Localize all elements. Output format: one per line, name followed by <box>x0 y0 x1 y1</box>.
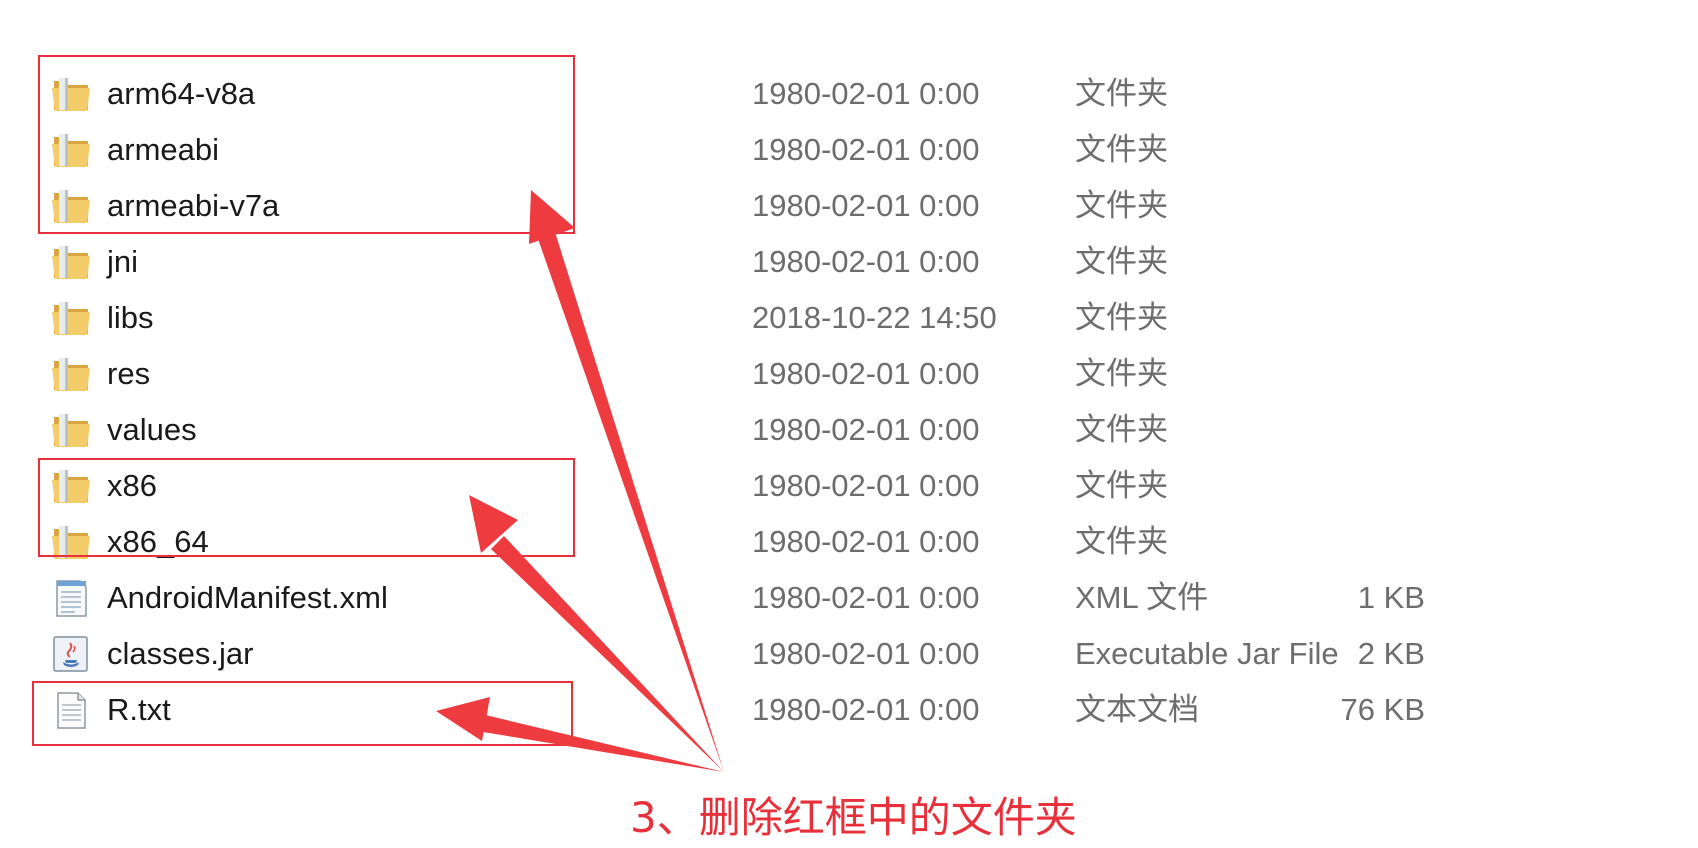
file-row-res[interactable]: res 1980-02-01 0:00 文件夹 <box>0 346 1698 402</box>
file-date: 1980-02-01 0:00 <box>752 356 980 391</box>
file-type: 文件夹 <box>1075 468 1168 503</box>
file-row-jni[interactable]: jni 1980-02-01 0:00 文件夹 <box>0 234 1698 290</box>
file-type: 文本文档 <box>1075 692 1199 727</box>
file-type: XML 文件 <box>1075 580 1209 615</box>
java-jar-icon <box>50 634 92 674</box>
highlight-box-x86-folders <box>38 458 575 557</box>
file-name: values <box>107 412 197 447</box>
file-type: Executable Jar File <box>1075 636 1339 671</box>
folder-icon <box>50 354 92 394</box>
file-date: 1980-02-01 0:00 <box>752 580 980 615</box>
file-date: 1980-02-01 0:00 <box>752 412 980 447</box>
folder-icon <box>50 242 92 282</box>
file-type: 文件夹 <box>1075 300 1168 335</box>
file-row-libs[interactable]: libs 2018-10-22 14:50 文件夹 <box>0 290 1698 346</box>
file-type: 文件夹 <box>1075 524 1168 559</box>
highlight-box-arm-folders <box>38 55 575 234</box>
file-date: 2018-10-22 14:50 <box>752 300 997 335</box>
annotation-note: 3、删除红框中的文件夹 <box>630 793 1077 842</box>
xml-file-icon <box>50 578 92 618</box>
file-type: 文件夹 <box>1075 244 1168 279</box>
file-name: res <box>107 356 151 391</box>
file-row-values[interactable]: values 1980-02-01 0:00 文件夹 <box>0 402 1698 458</box>
file-size: 1 KB <box>1357 580 1425 615</box>
folder-icon <box>50 298 92 338</box>
file-type: 文件夹 <box>1075 188 1168 223</box>
file-row-classes-jar[interactable]: classes.jar 1980-02-01 0:00 Executable J… <box>0 626 1698 682</box>
file-date: 1980-02-01 0:00 <box>752 76 980 111</box>
file-row-androidmanifest[interactable]: AndroidManifest.xml 1980-02-01 0:00 XML … <box>0 570 1698 626</box>
file-list-screenshot: arm64-v8a 1980-02-01 0:00 文件夹 armeabi 19… <box>0 0 1698 848</box>
file-name: jni <box>107 244 139 279</box>
file-type: 文件夹 <box>1075 76 1168 111</box>
highlight-box-r-txt <box>32 681 573 746</box>
file-name: libs <box>107 300 154 335</box>
folder-icon <box>50 410 92 450</box>
file-date: 1980-02-01 0:00 <box>752 244 980 279</box>
file-size: 76 KB <box>1340 692 1425 727</box>
file-name: AndroidManifest.xml <box>107 580 388 615</box>
file-type: 文件夹 <box>1075 356 1168 391</box>
file-date: 1980-02-01 0:00 <box>752 636 980 671</box>
file-date: 1980-02-01 0:00 <box>752 188 980 223</box>
file-date: 1980-02-01 0:00 <box>752 524 980 559</box>
file-date: 1980-02-01 0:00 <box>752 692 980 727</box>
file-type: 文件夹 <box>1075 132 1168 167</box>
file-name: classes.jar <box>107 636 254 671</box>
file-type: 文件夹 <box>1075 412 1168 447</box>
file-size: 2 KB <box>1357 636 1425 671</box>
file-date: 1980-02-01 0:00 <box>752 468 980 503</box>
file-date: 1980-02-01 0:00 <box>752 132 980 167</box>
